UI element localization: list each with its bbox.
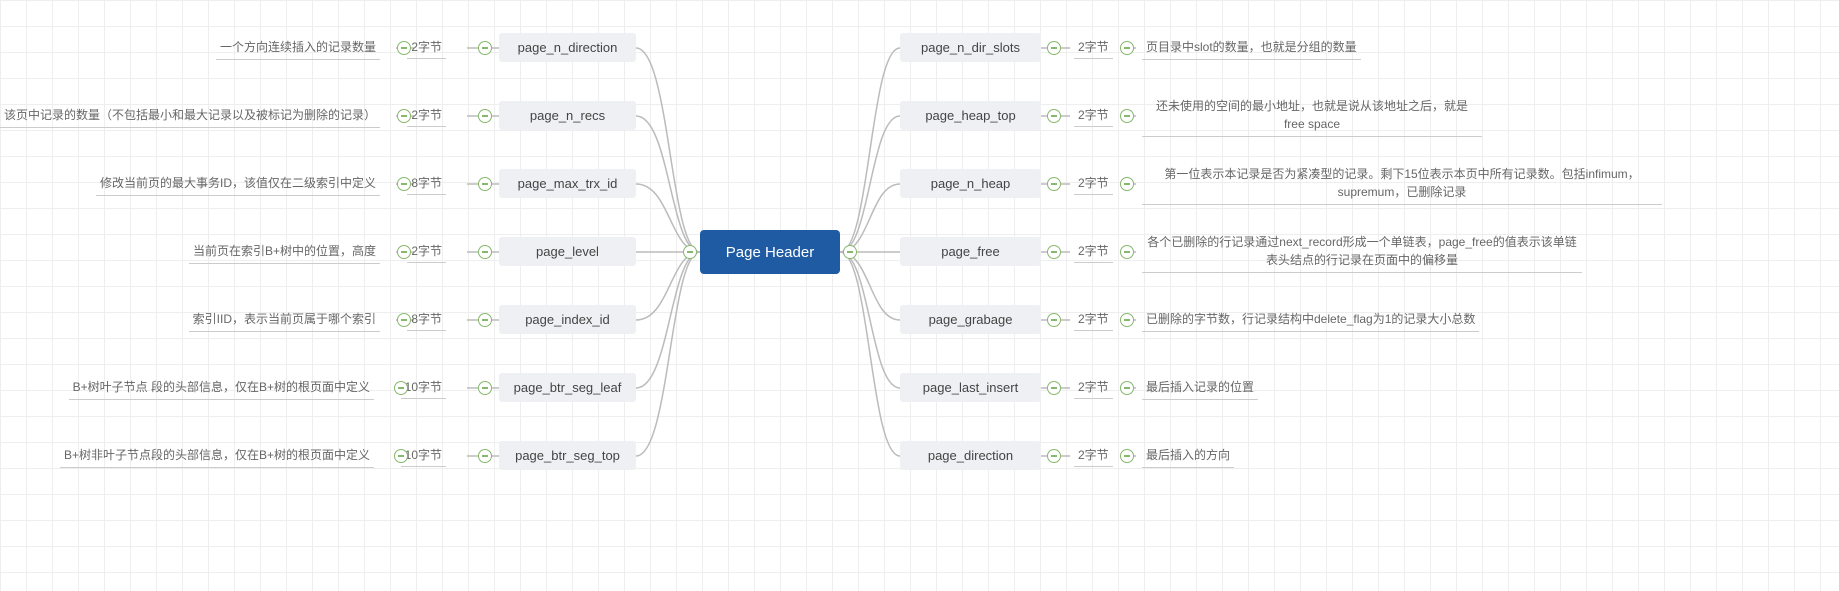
field-desc: 最后插入的方向 [1142,446,1234,468]
collapse-icon[interactable] [1120,313,1134,327]
field-desc: B+树叶子节点 段的头部信息，仅在B+树的根页面中定义 [69,378,374,400]
collapse-icon[interactable] [478,41,492,55]
field-node: page_free [900,237,1041,266]
collapse-icon[interactable] [1047,245,1061,259]
collapse-icon[interactable] [478,313,492,327]
field-desc: 已删除的字节数，行记录结构中delete_flag为1的记录大小总数 [1142,310,1479,332]
collapse-icon[interactable] [843,245,857,259]
field-node: page_btr_seg_leaf [499,373,636,402]
collapse-icon[interactable] [478,177,492,191]
field-node: page_btr_seg_top [499,441,636,470]
field-bytes: 8字节 [407,174,446,195]
root-node: Page Header [700,230,840,274]
field-node: page_direction [900,441,1041,470]
field-bytes: 2字节 [1074,378,1113,399]
field-bytes: 8字节 [407,310,446,331]
mindmap-diagram: Page Header page_n_direction 2字节 一个方向连续插… [0,0,1839,591]
collapse-icon[interactable] [478,449,492,463]
field-bytes: 2字节 [407,106,446,127]
field-bytes: 2字节 [1074,242,1113,263]
collapse-icon[interactable] [1120,41,1134,55]
collapse-icon[interactable] [1120,245,1134,259]
field-desc: 索引IID，表示当前页属于哪个索引 [189,310,380,332]
collapse-icon[interactable] [397,109,411,123]
field-node: page_index_id [499,305,636,334]
field-bytes: 2字节 [1074,310,1113,331]
collapse-icon[interactable] [1120,381,1134,395]
field-node: page_n_direction [499,33,636,62]
field-node: page_grabage [900,305,1041,334]
collapse-icon[interactable] [394,449,408,463]
field-bytes: 2字节 [1074,174,1113,195]
field-desc: 第一位表示本记录是否为紧凑型的记录。剩下15位表示本页中所有记录数。包括infi… [1142,165,1662,205]
field-node: page_level [499,237,636,266]
field-desc: 页目录中slot的数量，也就是分组的数量 [1142,38,1361,60]
collapse-icon[interactable] [397,245,411,259]
collapse-icon[interactable] [478,245,492,259]
collapse-icon[interactable] [478,109,492,123]
field-bytes: 2字节 [1074,446,1113,467]
collapse-icon[interactable] [394,381,408,395]
field-node: page_last_insert [900,373,1041,402]
collapse-icon[interactable] [397,177,411,191]
root-label: Page Header [726,244,814,261]
field-bytes: 2字节 [1074,106,1113,127]
field-bytes: 2字节 [407,242,446,263]
field-desc: 该页中记录的数量（不包括最小和最大记录以及被标记为删除的记录） [0,106,380,128]
collapse-icon[interactable] [1120,449,1134,463]
collapse-icon[interactable] [1047,109,1061,123]
collapse-icon[interactable] [1047,313,1061,327]
field-node: page_max_trx_id [499,169,636,198]
field-desc: 各个已删除的行记录通过next_record形成一个单链表，page_free的… [1142,233,1582,273]
field-bytes: 2字节 [1074,38,1113,59]
field-desc: 修改当前页的最大事务ID，该值仅在二级索引中定义 [96,174,380,196]
collapse-icon[interactable] [1047,177,1061,191]
collapse-icon[interactable] [1047,41,1061,55]
collapse-icon[interactable] [1120,177,1134,191]
field-bytes: 2字节 [407,38,446,59]
field-desc: 最后插入记录的位置 [1142,378,1258,400]
connector-lines [0,0,1839,591]
collapse-icon[interactable] [397,41,411,55]
field-desc: 当前页在索引B+树中的位置，高度 [189,242,380,264]
field-desc: B+树非叶子节点段的头部信息，仅在B+树的根页面中定义 [60,446,374,468]
collapse-icon[interactable] [683,245,697,259]
field-node: page_n_recs [499,101,636,130]
collapse-icon[interactable] [1047,381,1061,395]
field-desc: 还未使用的空间的最小地址，也就是说从该地址之后，就是free space [1142,97,1482,137]
field-node: page_n_dir_slots [900,33,1041,62]
collapse-icon[interactable] [1047,449,1061,463]
collapse-icon[interactable] [478,381,492,395]
collapse-icon[interactable] [397,313,411,327]
collapse-icon[interactable] [1120,109,1134,123]
field-node: page_heap_top [900,101,1041,130]
field-desc: 一个方向连续插入的记录数量 [216,38,380,60]
field-node: page_n_heap [900,169,1041,198]
